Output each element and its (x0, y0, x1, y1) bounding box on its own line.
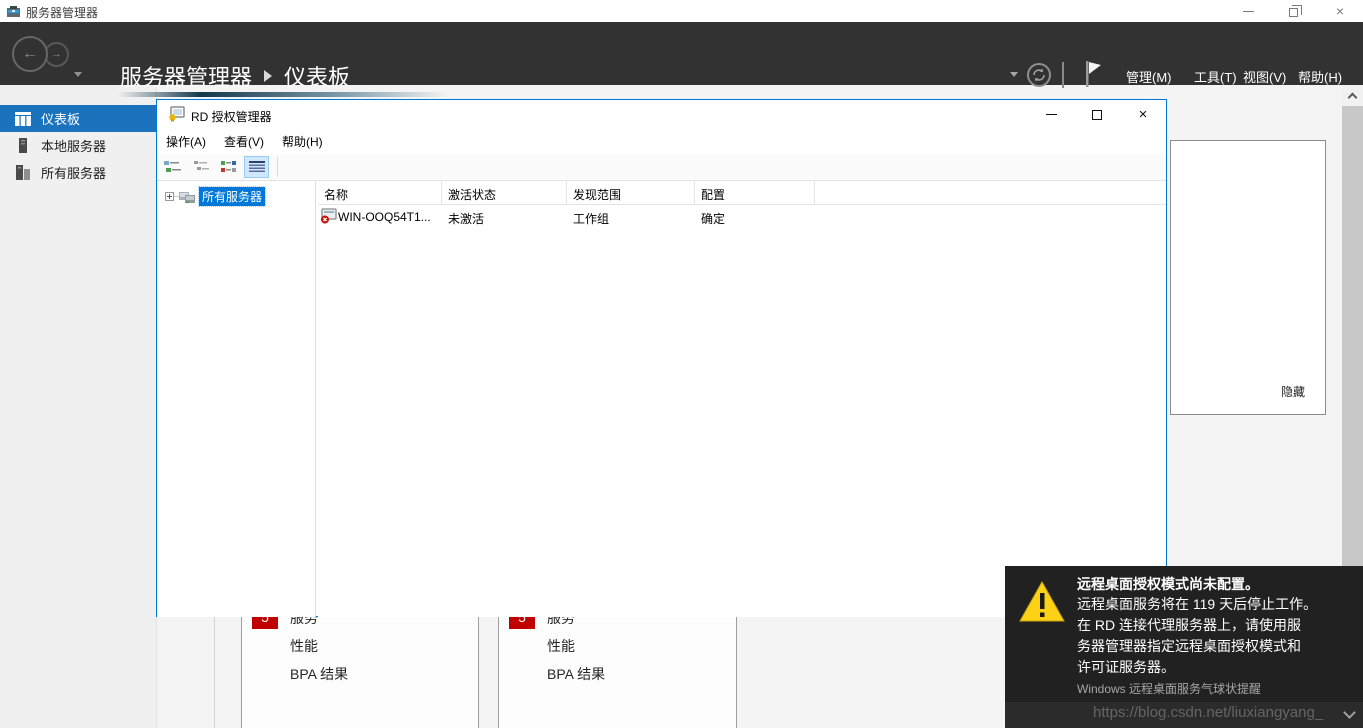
cell-configuration: 确定 (701, 210, 725, 227)
column-header-name[interactable]: 名称 (318, 181, 442, 205)
menu-tools[interactable]: 工具(T) (1194, 67, 1237, 86)
column-header-activation-status[interactable]: 激活状态 (442, 181, 567, 205)
toolbar-show-tree-button[interactable] (160, 156, 185, 178)
breadcrumb-separator-icon (264, 70, 272, 82)
rd-list-pane: 名称 激活状态 发现范围 配置 WIN-OOQ54T1... 未激活 工作组 确… (318, 181, 1166, 617)
rd-titlebar[interactable]: RD 授权管理器 × (157, 100, 1166, 129)
server-error-icon (320, 208, 337, 227)
warning-triangle-icon (1019, 581, 1065, 628)
cell-activation-status: 未激活 (448, 210, 484, 227)
main-minimize-button[interactable] (1225, 0, 1271, 22)
menu-help[interactable]: 帮助(H) (1298, 67, 1342, 86)
tree-view-icon (164, 160, 182, 174)
sidebar-item-dashboard[interactable]: 仪表板 (0, 105, 157, 132)
menu-view[interactable]: 视图(V) (1243, 67, 1286, 86)
toolbar-divider (277, 157, 278, 177)
refresh-icon (1032, 68, 1046, 82)
rd-licensing-warning-toast[interactable]: 远程桌面授权模式尚未配置。 远程桌面服务将在 119 天后停止工作。 在 RD … (1005, 566, 1363, 728)
tile-row-performance[interactable]: 性能 (290, 636, 318, 656)
servers-group-icon (179, 189, 196, 204)
icons-view-icon (220, 160, 238, 174)
toast-body-line: 许可证服务器。 (1077, 657, 1357, 678)
rd-minimize-button[interactable] (1028, 100, 1074, 129)
sidebar-item-label: 本地服务器 (41, 136, 106, 155)
rd-window-controls: × (1028, 100, 1166, 129)
column-header-discovery-scope[interactable]: 发现范围 (567, 181, 695, 205)
tree-node-all-servers[interactable]: 所有服务器 (165, 187, 265, 206)
chevron-up-icon (1348, 92, 1358, 102)
main-window-title: 服务器管理器 (26, 4, 98, 21)
toolbar-export-list-button[interactable] (188, 156, 213, 178)
rd-close-button[interactable]: × (1120, 100, 1166, 129)
details-view-icon (249, 161, 265, 174)
back-button[interactable]: ← (12, 36, 48, 72)
all-servers-icon (15, 165, 33, 180)
toast-text-block: 远程桌面授权模式尚未配置。 远程桌面服务将在 119 天后停止工作。 在 RD … (1077, 574, 1357, 698)
local-server-icon (15, 138, 33, 153)
toast-title: 远程桌面授权模式尚未配置。 (1077, 574, 1357, 594)
breadcrumb-underline (118, 92, 448, 97)
main-titlebar: 服务器管理器 × (0, 0, 1363, 22)
tile-row-performance[interactable]: 性能 (547, 636, 575, 656)
toast-body-line: 远程桌面服务将在 119 天后停止工作。 (1077, 594, 1357, 615)
scrollbar-up-button[interactable] (1342, 85, 1363, 106)
rd-menu-help[interactable]: 帮助(H) (273, 133, 332, 150)
dashboard-grid-icon (15, 112, 33, 126)
list-header: 名称 激活状态 发现范围 配置 (318, 181, 1166, 205)
toolbar-details-view-button[interactable] (244, 156, 269, 178)
cell-discovery-scope: 工作组 (573, 210, 609, 227)
main-window-controls: × (1225, 0, 1363, 22)
column-header-configuration[interactable]: 配置 (695, 181, 815, 205)
toast-body-line: 在 RD 连接代理服务器上，请使用服 (1077, 615, 1357, 636)
menu-manage[interactable]: 管理(M) (1126, 67, 1172, 86)
tree-node-label[interactable]: 所有服务器 (199, 187, 265, 206)
tile-row-bpa-results[interactable]: BPA 结果 (547, 664, 605, 684)
breadcrumb: 服务器管理器 仪表板 (120, 60, 350, 92)
table-row[interactable]: WIN-OOQ54T1... 未激活 工作组 确定 (318, 207, 1166, 227)
rd-menu-view[interactable]: 查看(V) (215, 133, 273, 150)
navigation-bar: ← → 服务器管理器 仪表板 管理(M) 工具(T) 视图(V) 帮助(H) (0, 22, 1363, 85)
tree-expand-icon[interactable] (165, 192, 174, 201)
rd-menubar: 操作(A) 查看(V) 帮助(H) (157, 129, 1166, 154)
sidebar-item-local-server[interactable]: 本地服务器 (0, 132, 157, 159)
toolbar-icons-view-button[interactable] (216, 156, 241, 178)
export-list-icon (192, 160, 210, 174)
rd-toolbar (157, 154, 1166, 181)
server-manager-screen: 服务器管理器 × ← → 服务器管理器 仪表板 管理(M) 工具(T) 视图(V… (0, 0, 1363, 728)
rd-menu-action[interactable]: 操作(A) (157, 133, 215, 150)
sidebar-item-all-servers[interactable]: 所有服务器 (0, 159, 157, 186)
server-manager-app-icon (6, 4, 21, 24)
rd-licensing-manager-window: RD 授权管理器 × 操作(A) 查看(V) 帮助(H) (156, 99, 1167, 617)
rd-window-title: RD 授权管理器 (191, 108, 272, 125)
tile-row-bpa-results[interactable]: BPA 结果 (290, 664, 348, 684)
rd-maximize-button[interactable] (1074, 100, 1120, 129)
toast-body-line: 务器管理器指定远程桌面授权模式和 (1077, 636, 1357, 657)
hide-link[interactable]: 隐藏 (1281, 383, 1305, 400)
breadcrumb-root[interactable]: 服务器管理器 (120, 60, 252, 92)
breadcrumb-current[interactable]: 仪表板 (284, 60, 350, 92)
toast-source-label: Windows 远程桌面服务气球状提醒 (1077, 680, 1357, 698)
refresh-button[interactable] (1027, 63, 1051, 87)
cell-server-name: WIN-OOQ54T1... (338, 210, 431, 224)
rd-licensing-app-icon (168, 106, 185, 127)
main-close-button[interactable]: × (1317, 0, 1363, 22)
sidebar-item-label: 所有服务器 (41, 163, 106, 182)
rd-tree-pane: 所有服务器 (157, 181, 316, 617)
notifications-flag-icon[interactable] (1084, 60, 1102, 93)
navbar-divider (1062, 62, 1064, 88)
notification-detail-panel: 隐藏 (1170, 140, 1326, 415)
main-restore-button[interactable] (1271, 0, 1317, 22)
history-dropdown-icon[interactable] (74, 72, 82, 77)
watermark-text: https://blog.csdn.net/liuxiangyang_ (1093, 704, 1323, 721)
sidebar-item-label: 仪表板 (41, 109, 80, 128)
refresh-dropdown-icon[interactable] (1010, 72, 1018, 77)
sidebar: 仪表板 本地服务器 所有服务器 (0, 85, 157, 728)
